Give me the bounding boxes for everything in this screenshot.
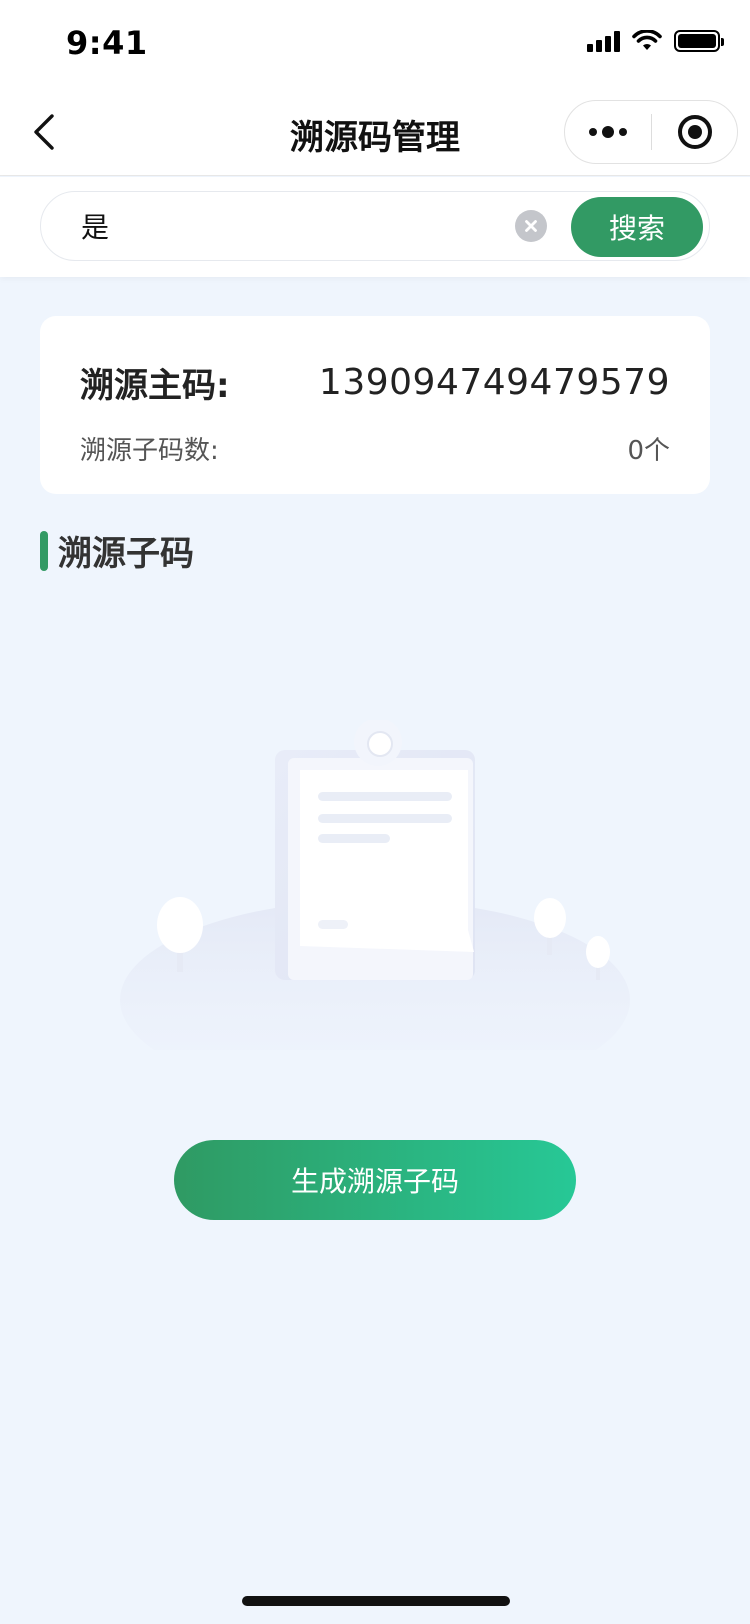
battery-icon: [674, 30, 724, 52]
sub-code-count-label: 溯源子码数:: [80, 436, 219, 466]
search-box: 搜索: [40, 191, 710, 261]
section-heading: 溯源子码: [40, 526, 194, 575]
trace-code-info-card: 溯源主码: 139094749479579 溯源子码数: 0个: [40, 316, 710, 494]
search-input[interactable]: [81, 192, 521, 260]
section-accent-bar: [40, 530, 48, 571]
mini-program-capsule: [564, 100, 738, 164]
more-dots-icon: [589, 128, 597, 136]
sub-code-count-value: 0个: [627, 436, 670, 466]
status-bar: 9:41: [0, 0, 750, 88]
status-time: 9:41: [66, 24, 148, 62]
master-code-label: 溯源主码:: [80, 366, 230, 406]
page: 9:41 溯源码管理 是 搜索 溯源主码: 139094749479579 溯源…: [0, 0, 750, 1624]
cellular-signal-icon: [587, 30, 620, 52]
wifi-icon: [632, 30, 662, 50]
home-indicator: [242, 1596, 510, 1606]
sub-code-count-row: 溯源子码数: 0个: [80, 430, 670, 467]
target-circle-icon: [677, 115, 712, 149]
more-button[interactable]: [565, 101, 651, 163]
master-code-row: 溯源主码: 139094749479579: [80, 358, 670, 407]
empty-state-illustration: [120, 720, 630, 1050]
navigation-bar: 溯源码管理: [0, 88, 750, 176]
search-area: 搜索: [0, 177, 750, 277]
status-icons: [587, 30, 724, 52]
search-button[interactable]: 搜索: [571, 197, 703, 257]
section-title: 溯源子码: [58, 534, 194, 574]
master-code-value: 139094749479579: [318, 362, 670, 403]
generate-sub-code-button[interactable]: 生成溯源子码: [174, 1140, 576, 1220]
close-mini-program-button[interactable]: [652, 101, 737, 163]
clear-circle-icon[interactable]: [515, 210, 547, 242]
